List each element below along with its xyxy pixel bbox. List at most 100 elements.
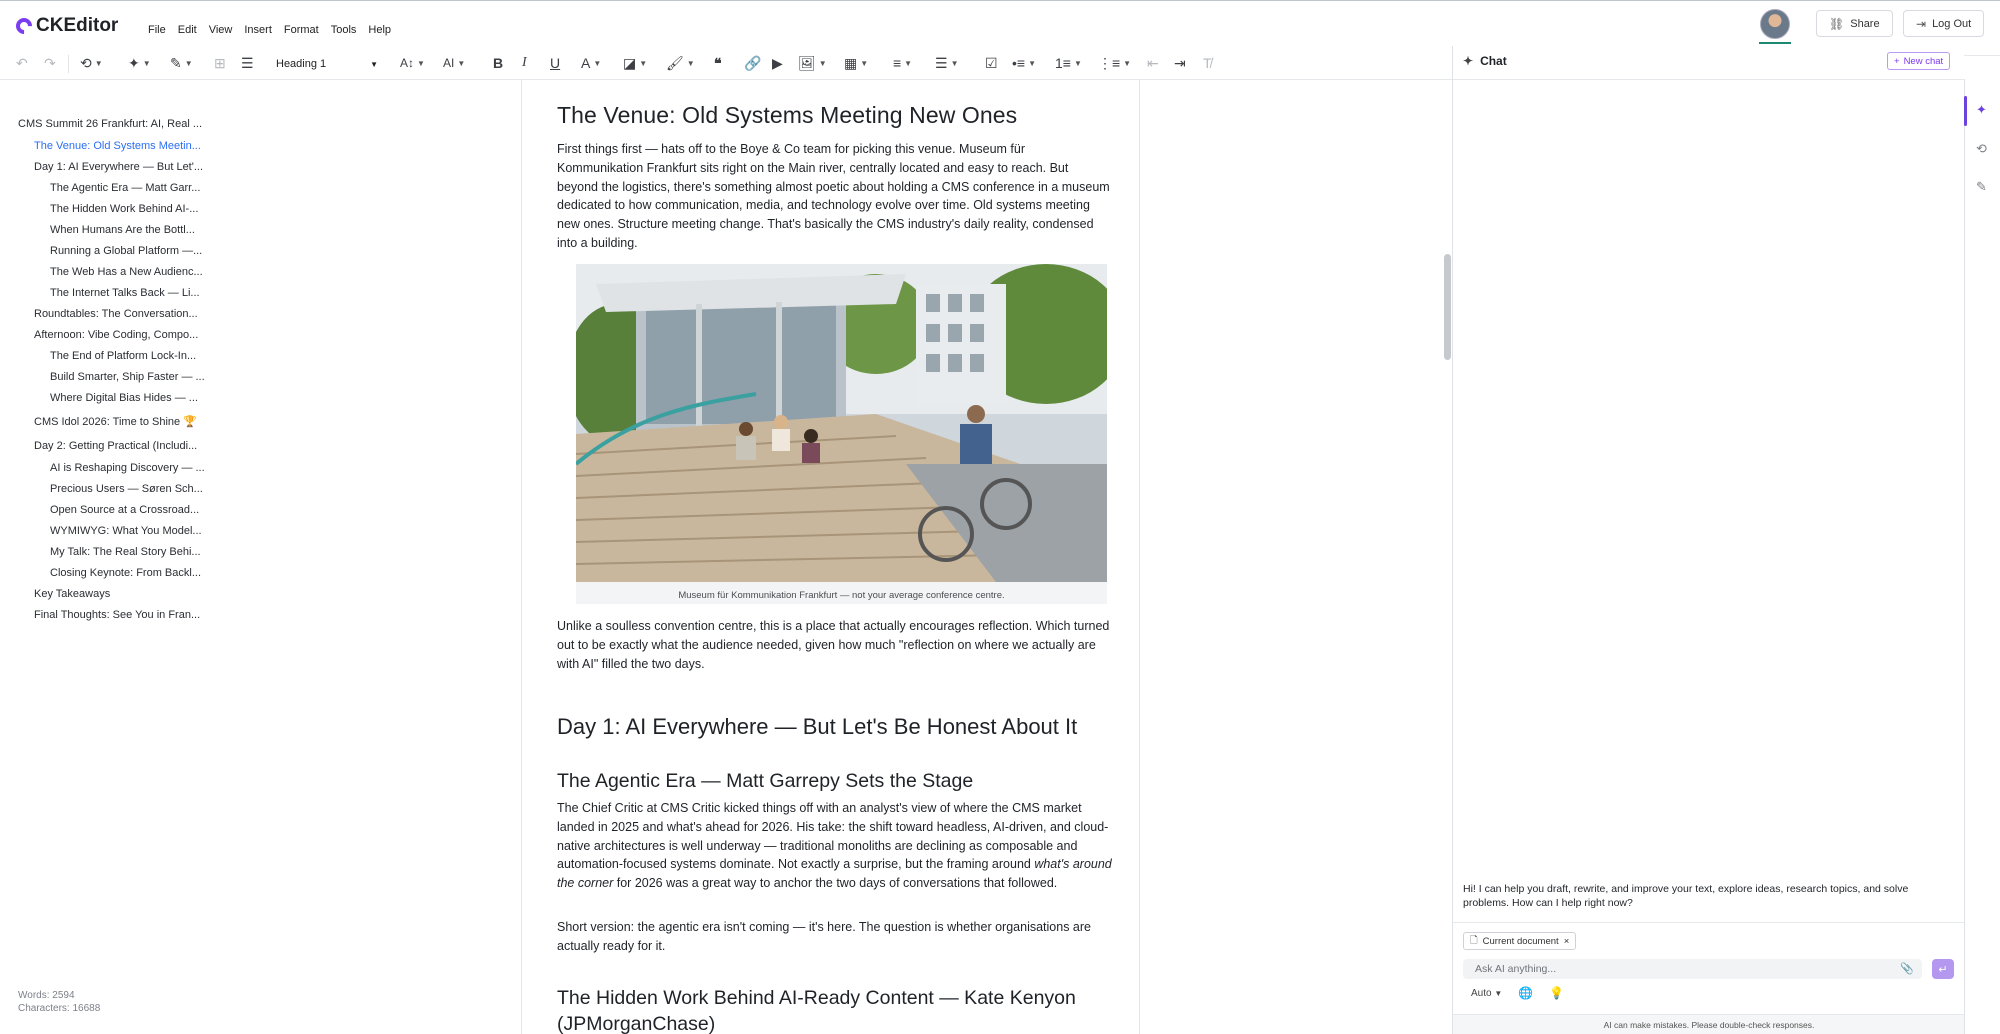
remove-format-icon[interactable]: T̸ xyxy=(1203,53,1212,73)
outline-item[interactable]: Open Source at a Crossroad... xyxy=(50,504,199,516)
numbered-list-icon[interactable]: 1≡ ▼ xyxy=(1055,53,1082,73)
outline-item[interactable]: WYMIWYG: What You Model... xyxy=(50,525,202,537)
link-icon[interactable]: 🔗 xyxy=(744,53,761,73)
image-caption[interactable]: Museum für Kommunikation Frankfurt — not… xyxy=(576,590,1107,601)
outline-item[interactable]: The End of Platform Lock-In... xyxy=(50,350,196,362)
outline-item-active[interactable]: The Venue: Old Systems Meetin... xyxy=(34,140,201,152)
context-chip[interactable]: 🗋 Current document × xyxy=(1463,932,1577,950)
underline-icon[interactable]: U xyxy=(550,53,560,73)
menu-view[interactable]: View xyxy=(203,22,239,38)
line-height-icon[interactable]: ☰ ▼ xyxy=(935,53,958,73)
ai-chat-tab-icon[interactable]: ✦ xyxy=(1976,102,1987,118)
paragraph-venue[interactable]: First things first — hats off to the Boy… xyxy=(557,140,1112,253)
heading-day1[interactable]: Day 1: AI Everywhere — But Let's Be Hone… xyxy=(557,714,1077,740)
font-size-icon[interactable]: A↕ ▼ xyxy=(400,53,425,73)
heading-hidden-work-org[interactable]: (JPMorganChase) xyxy=(557,1013,715,1034)
outline-item[interactable]: Key Takeaways xyxy=(34,588,110,600)
outline-item[interactable]: CMS Summit 26 Frankfurt: AI, Real ... xyxy=(18,118,202,130)
redo-icon[interactable]: ↷ xyxy=(44,53,56,73)
chevron-down-icon: ▼ xyxy=(1494,988,1503,998)
font-family-icon[interactable]: AI ▼ xyxy=(443,53,465,73)
ask-ai-input[interactable]: Ask AI anything... 📎 xyxy=(1463,959,1922,979)
outline-item[interactable]: Closing Keynote: From Backl... xyxy=(50,567,201,579)
heading-dropdown[interactable]: Heading 1 ▼ xyxy=(276,54,378,74)
italic-icon[interactable]: I xyxy=(522,53,527,73)
paperclip-icon[interactable]: 📎 xyxy=(1900,962,1914,975)
heading-hidden-work[interactable]: The Hidden Work Behind AI-Ready Content … xyxy=(557,987,1076,1010)
active-tab-indicator xyxy=(1964,96,1967,126)
outline-item[interactable]: Build Smarter, Ship Faster — ... xyxy=(50,371,205,383)
editor-scrollbar[interactable] xyxy=(1444,254,1451,360)
insert-table-icon[interactable]: ▦ ▼ xyxy=(844,53,868,73)
outline-item[interactable]: AI is Reshaping Discovery — ... xyxy=(50,462,205,474)
outline-item[interactable]: The Web Has a New Audienc... xyxy=(50,266,203,278)
new-chat-label: New chat xyxy=(1903,55,1944,67)
outline-item[interactable]: The Hidden Work Behind AI-... xyxy=(50,203,198,215)
menu-insert[interactable]: Insert xyxy=(238,22,278,38)
background-color-icon[interactable]: ◪ ▼ xyxy=(623,53,647,73)
align-icon[interactable]: ≡ ▼ xyxy=(893,53,912,73)
font-color-icon[interactable]: A ▼ xyxy=(581,53,601,73)
undo-icon[interactable]: ↶ xyxy=(16,53,28,73)
revision-history-icon[interactable]: ⟲ ▼ xyxy=(80,53,103,73)
outline-item[interactable]: Roundtables: The Conversation... xyxy=(34,308,198,320)
new-chat-button[interactable]: + New chat xyxy=(1887,52,1951,70)
outline-item[interactable]: CMS Idol 2026: Time to Shine 🏆 xyxy=(34,415,197,428)
document-page[interactable]: The Venue: Old Systems Meeting New Ones … xyxy=(521,80,1140,1034)
heading-venue[interactable]: The Venue: Old Systems Meeting New Ones xyxy=(557,102,1017,129)
app-name: CKEditor xyxy=(36,15,119,36)
bulleted-list-icon[interactable]: •≡ ▼ xyxy=(1012,53,1036,73)
outline-item[interactable]: Day 1: AI Everywhere — But Let'... xyxy=(34,161,203,173)
heading-agentic[interactable]: The Agentic Era — Matt Garrepy Sets the … xyxy=(557,770,973,793)
outline-item[interactable]: Final Thoughts: See You in Fran... xyxy=(34,609,200,621)
ai-assistant-icon[interactable]: ✦ ▼ xyxy=(128,53,151,73)
insert-image-icon[interactable]: 🖼 ▼ xyxy=(798,53,827,73)
outline-item[interactable]: Afternoon: Vibe Coding, Compo... xyxy=(34,329,198,341)
logout-button[interactable]: ⇥ Log Out xyxy=(1903,10,1985,37)
close-icon[interactable]: × xyxy=(1564,936,1570,947)
bold-icon[interactable]: B xyxy=(493,53,503,73)
paragraph-reflection[interactable]: Unlike a soulless convention centre, thi… xyxy=(557,617,1112,673)
send-button[interactable]: ↵ xyxy=(1932,959,1954,979)
multi-level-list-icon[interactable]: ⋮≡ ▼ xyxy=(1098,53,1131,73)
outline-item[interactable]: The Internet Talks Back — Li... xyxy=(50,287,200,299)
menu-format[interactable]: Format xyxy=(278,22,325,38)
outline-item[interactable]: Precious Users — Søren Sch... xyxy=(50,483,203,495)
outdent-icon[interactable]: ⇤ xyxy=(1147,53,1159,73)
outline-item[interactable]: Where Digital Bias Hides — ... xyxy=(50,392,198,404)
outline-item[interactable]: When Humans Are the Bottl... xyxy=(50,224,195,236)
model-select[interactable]: Auto ▼ xyxy=(1471,988,1502,999)
agentic-text-start: The Chief Critic at CMS Critic kicked th… xyxy=(557,801,1109,872)
history-tab-icon[interactable]: ⟲ xyxy=(1976,141,1987,157)
outline-item[interactable]: Running a Global Platform —... xyxy=(50,245,202,257)
app-logo[interactable]: CKEditor xyxy=(12,14,119,38)
menu-tools[interactable]: Tools xyxy=(325,22,363,38)
comments-archive-icon[interactable]: ☰ xyxy=(241,53,254,73)
ai-sparkle-icon: ✦ xyxy=(1463,54,1474,68)
add-comment-icon[interactable]: ⊞ xyxy=(214,53,226,73)
outline-item[interactable]: The Agentic Era — Matt Garr... xyxy=(50,182,200,194)
blockquote-icon[interactable]: ❝ xyxy=(714,53,722,73)
venue-image-figure[interactable]: Museum für Kommunikation Frankfurt — not… xyxy=(576,264,1107,604)
indent-icon[interactable]: ⇥ xyxy=(1174,53,1186,73)
todo-list-icon[interactable]: ☑ xyxy=(985,53,998,73)
share-button[interactable]: ⛓ Share xyxy=(1816,10,1893,37)
outline-item[interactable]: My Talk: The Real Story Behi... xyxy=(50,546,201,558)
reasoning-icon[interactable]: 💡 xyxy=(1549,986,1564,1000)
web-search-icon[interactable]: 🌐 xyxy=(1518,986,1533,1000)
format-painter-icon[interactable]: 🖌 ▼ xyxy=(666,53,695,73)
review-tab-icon[interactable]: ✎ xyxy=(1976,179,1987,195)
menu-help[interactable]: Help xyxy=(362,22,397,38)
paragraph-short-version[interactable]: Short version: the agentic era isn't com… xyxy=(557,918,1112,956)
assistant-welcome-message: Hi! I can help you draft, rewrite, and i… xyxy=(1463,883,1909,909)
paragraph-agentic[interactable]: The Chief Critic at CMS Critic kicked th… xyxy=(557,799,1112,893)
ask-ai-placeholder: Ask AI anything... xyxy=(1475,963,1557,975)
user-avatar[interactable] xyxy=(1760,9,1790,39)
menu-file[interactable]: File xyxy=(142,22,172,38)
outline-item[interactable]: Day 2: Getting Practical (Includi... xyxy=(34,440,197,452)
museum-photo xyxy=(576,264,1107,582)
media-embed-icon[interactable]: ▶ xyxy=(772,53,783,73)
menu-edit[interactable]: Edit xyxy=(172,22,203,38)
track-changes-icon[interactable]: ✎ ▼ xyxy=(170,53,193,73)
ai-disclaimer: AI can make mistakes. Please double-chec… xyxy=(1453,1014,1965,1034)
